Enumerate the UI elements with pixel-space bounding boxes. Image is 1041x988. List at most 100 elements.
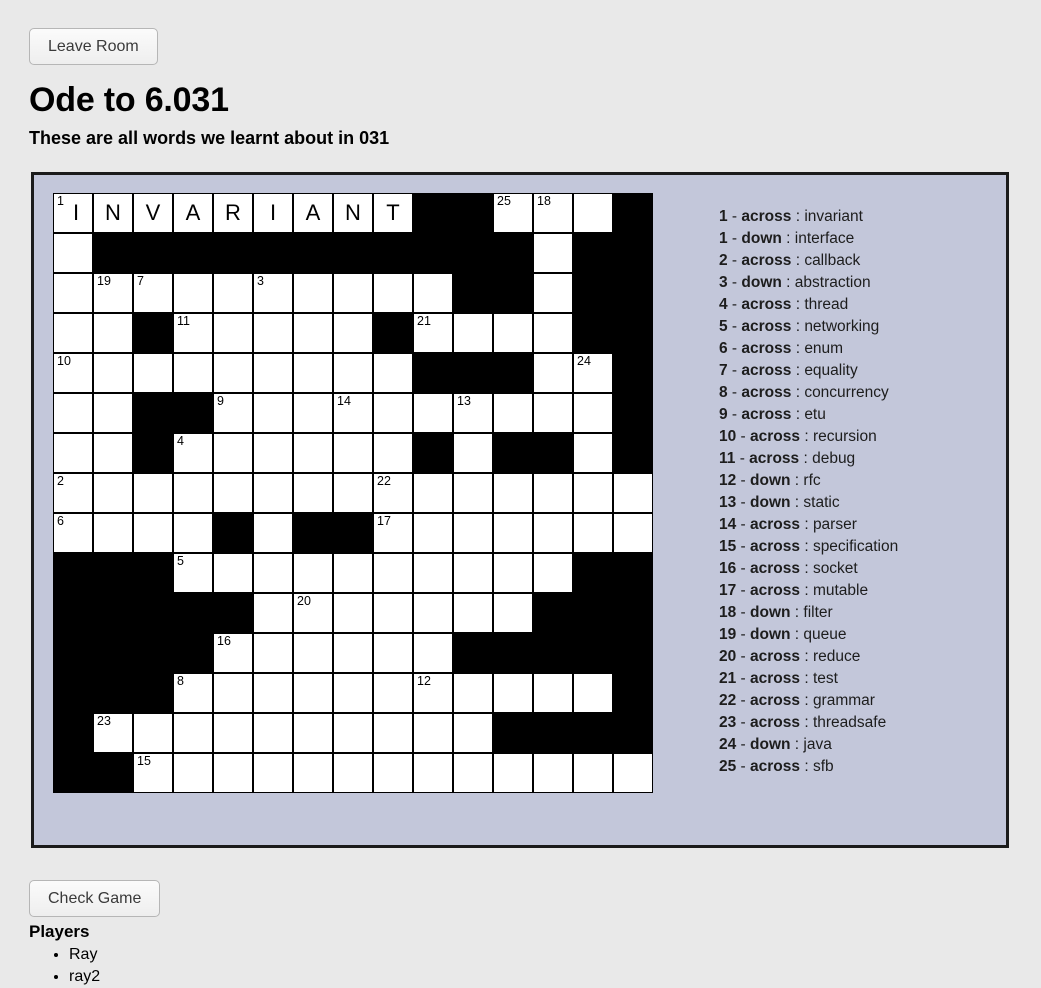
grid-cell[interactable]: 25 [493,193,533,233]
grid-cell[interactable] [533,233,573,273]
grid-cell[interactable] [293,273,333,313]
clue-item[interactable]: 18 - down : filter [719,602,989,624]
clue-item[interactable]: 9 - across : etu [719,404,989,426]
clue-item[interactable]: 11 - across : debug [719,448,989,470]
grid-cell[interactable] [253,393,293,433]
clue-item[interactable]: 2 - across : callback [719,250,989,272]
grid-cell[interactable] [533,353,573,393]
grid-cell[interactable]: 17 [373,513,413,553]
grid-cell[interactable]: 12 [413,673,453,713]
grid-cell[interactable] [373,753,413,793]
grid-cell[interactable] [213,353,253,393]
grid-cell[interactable] [93,313,133,353]
grid-cell[interactable] [493,553,533,593]
grid-cell[interactable] [613,513,653,553]
grid-cell[interactable]: 19 [93,273,133,313]
grid-cell[interactable]: 5 [173,553,213,593]
grid-cell[interactable] [93,393,133,433]
grid-cell[interactable] [413,593,453,633]
grid-cell[interactable] [493,673,533,713]
clue-item[interactable]: 23 - across : threadsafe [719,712,989,734]
grid-cell[interactable] [293,553,333,593]
grid-cell[interactable]: A [293,193,333,233]
grid-cell[interactable]: 11 [173,313,213,353]
grid-cell[interactable] [293,393,333,433]
grid-cell[interactable] [573,193,613,233]
clue-item[interactable]: 19 - down : queue [719,624,989,646]
grid-cell[interactable] [573,473,613,513]
clue-item[interactable]: 4 - across : thread [719,294,989,316]
grid-cell[interactable]: 10 [53,353,93,393]
grid-cell[interactable] [413,513,453,553]
grid-cell[interactable] [413,633,453,673]
grid-cell[interactable] [373,633,413,673]
grid-cell[interactable] [373,713,413,753]
clue-item[interactable]: 5 - across : networking [719,316,989,338]
grid-cell[interactable] [93,353,133,393]
clue-item[interactable]: 13 - down : static [719,492,989,514]
grid-cell[interactable] [93,513,133,553]
grid-cell[interactable]: 9 [213,393,253,433]
grid-cell[interactable] [573,753,613,793]
grid-cell[interactable] [413,273,453,313]
grid-cell[interactable]: N [93,193,133,233]
clue-item[interactable]: 6 - across : enum [719,338,989,360]
grid-cell[interactable] [373,273,413,313]
grid-cell[interactable] [293,473,333,513]
grid-cell[interactable] [173,513,213,553]
grid-cell[interactable]: 2 [53,473,93,513]
grid-cell[interactable]: 13 [453,393,493,433]
clue-item[interactable]: 1 - down : interface [719,228,989,250]
grid-cell[interactable] [253,553,293,593]
grid-cell[interactable]: 15 [133,753,173,793]
crossword-grid[interactable]: 1 I N V A R I A N T 25 18 19 7 3 11 21 10 24 9 14 13 4 2 22 6 17 5 2… [53,193,653,793]
grid-cell[interactable] [453,713,493,753]
grid-cell[interactable] [453,513,493,553]
grid-cell[interactable] [373,433,413,473]
grid-cell[interactable] [613,753,653,793]
grid-cell[interactable] [293,353,333,393]
grid-cell[interactable] [93,473,133,513]
grid-cell[interactable] [453,433,493,473]
grid-cell[interactable]: 1I [53,193,93,233]
clue-item[interactable]: 10 - across : recursion [719,426,989,448]
clue-item[interactable]: 7 - across : equality [719,360,989,382]
grid-cell[interactable]: 21 [413,313,453,353]
grid-cell[interactable]: R [213,193,253,233]
grid-cell[interactable] [373,553,413,593]
grid-cell[interactable] [253,433,293,473]
grid-cell[interactable] [213,753,253,793]
grid-cell[interactable] [453,673,493,713]
grid-cell[interactable] [293,313,333,353]
grid-cell[interactable] [613,473,653,513]
grid-cell[interactable] [493,393,533,433]
grid-cell[interactable] [413,393,453,433]
grid-cell[interactable] [453,753,493,793]
grid-cell[interactable] [453,593,493,633]
grid-cell[interactable] [373,593,413,633]
grid-cell[interactable] [453,553,493,593]
grid-cell[interactable] [373,673,413,713]
grid-cell[interactable] [493,473,533,513]
grid-cell[interactable] [413,473,453,513]
grid-cell[interactable] [573,393,613,433]
grid-cell[interactable] [253,753,293,793]
grid-cell[interactable] [533,393,573,433]
grid-cell[interactable]: T [373,193,413,233]
grid-cell[interactable] [413,713,453,753]
grid-cell[interactable] [573,673,613,713]
grid-cell[interactable] [533,313,573,353]
grid-cell[interactable]: V [133,193,173,233]
grid-cell[interactable]: N [333,193,373,233]
clue-item[interactable]: 3 - down : abstraction [719,272,989,294]
grid-cell[interactable] [533,673,573,713]
grid-cell[interactable] [533,273,573,313]
grid-cell[interactable] [253,633,293,673]
grid-cell[interactable] [573,513,613,553]
clue-item[interactable]: 21 - across : test [719,668,989,690]
grid-cell[interactable] [333,553,373,593]
clue-item[interactable]: 25 - across : sfb [719,756,989,778]
grid-cell[interactable]: 20 [293,593,333,633]
clue-item[interactable]: 1 - across : invariant [719,206,989,228]
grid-cell[interactable] [253,473,293,513]
